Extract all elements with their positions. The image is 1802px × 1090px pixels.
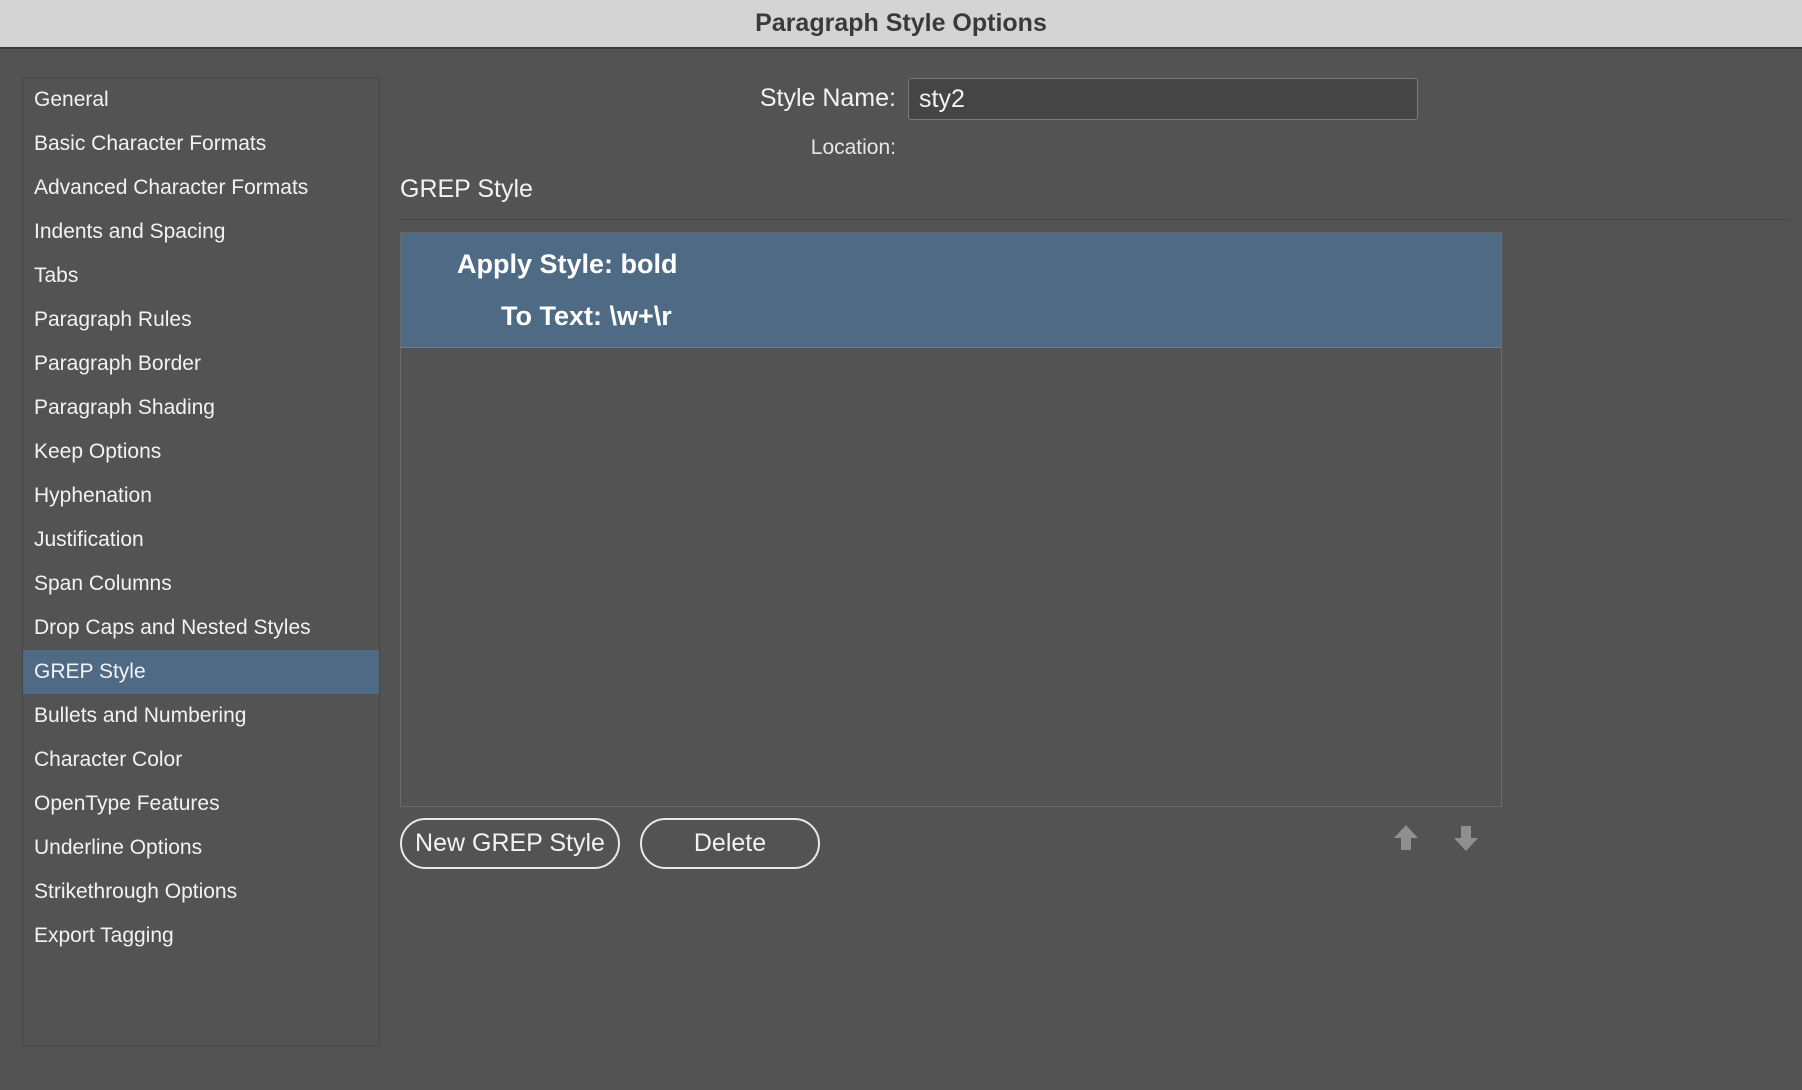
- delete-button[interactable]: Delete: [640, 818, 820, 869]
- sidebar-item-strikethrough-options[interactable]: Strikethrough Options: [23, 870, 379, 914]
- sidebar-item-tabs[interactable]: Tabs: [23, 254, 379, 298]
- sidebar-item-hyphenation[interactable]: Hyphenation: [23, 474, 379, 518]
- sidebar-item-paragraph-shading[interactable]: Paragraph Shading: [23, 386, 379, 430]
- style-name-label: Style Name:: [759, 84, 896, 112]
- sidebar-item-character-color[interactable]: Character Color: [23, 738, 379, 782]
- sidebar-item-justification[interactable]: Justification: [23, 518, 379, 562]
- apply-style-text[interactable]: Apply Style: bold: [457, 249, 678, 280]
- sidebar-item-keep-options[interactable]: Keep Options: [23, 430, 379, 474]
- arrow-down-icon[interactable]: [1452, 823, 1480, 853]
- sidebar-item-bullets-and-numbering[interactable]: Bullets and Numbering: [23, 694, 379, 738]
- category-sidebar: General Basic Character Formats Advanced…: [22, 77, 380, 1046]
- style-name-input[interactable]: [908, 78, 1418, 120]
- sidebar-item-basic-character-formats[interactable]: Basic Character Formats: [23, 122, 379, 166]
- to-text-text[interactable]: To Text: \w+\r: [501, 301, 672, 332]
- sidebar-item-indents-and-spacing[interactable]: Indents and Spacing: [23, 210, 379, 254]
- new-grep-style-button[interactable]: New GREP Style: [400, 818, 620, 869]
- sidebar-item-paragraph-border[interactable]: Paragraph Border: [23, 342, 379, 386]
- grep-style-list[interactable]: Apply Style: bold To Text: \w+\r: [400, 232, 1502, 807]
- section-divider: [400, 219, 1790, 220]
- grep-style-entry[interactable]: Apply Style: bold To Text: \w+\r: [401, 233, 1501, 348]
- sidebar-item-span-columns[interactable]: Span Columns: [23, 562, 379, 606]
- sidebar-item-grep-style[interactable]: GREP Style: [23, 650, 379, 694]
- sidebar-item-export-tagging[interactable]: Export Tagging: [23, 914, 379, 958]
- sidebar-item-advanced-character-formats[interactable]: Advanced Character Formats: [23, 166, 379, 210]
- sidebar-item-general[interactable]: General: [23, 78, 379, 122]
- title-bar: Paragraph Style Options: [0, 0, 1802, 49]
- sidebar-item-drop-caps-nested-styles[interactable]: Drop Caps and Nested Styles: [23, 606, 379, 650]
- arrow-up-icon[interactable]: [1392, 823, 1420, 853]
- section-title: GREP Style: [400, 175, 533, 203]
- location-label: Location:: [810, 136, 896, 159]
- sidebar-item-opentype-features[interactable]: OpenType Features: [23, 782, 379, 826]
- sidebar-item-underline-options[interactable]: Underline Options: [23, 826, 379, 870]
- window-title: Paragraph Style Options: [755, 9, 1047, 37]
- sidebar-item-paragraph-rules[interactable]: Paragraph Rules: [23, 298, 379, 342]
